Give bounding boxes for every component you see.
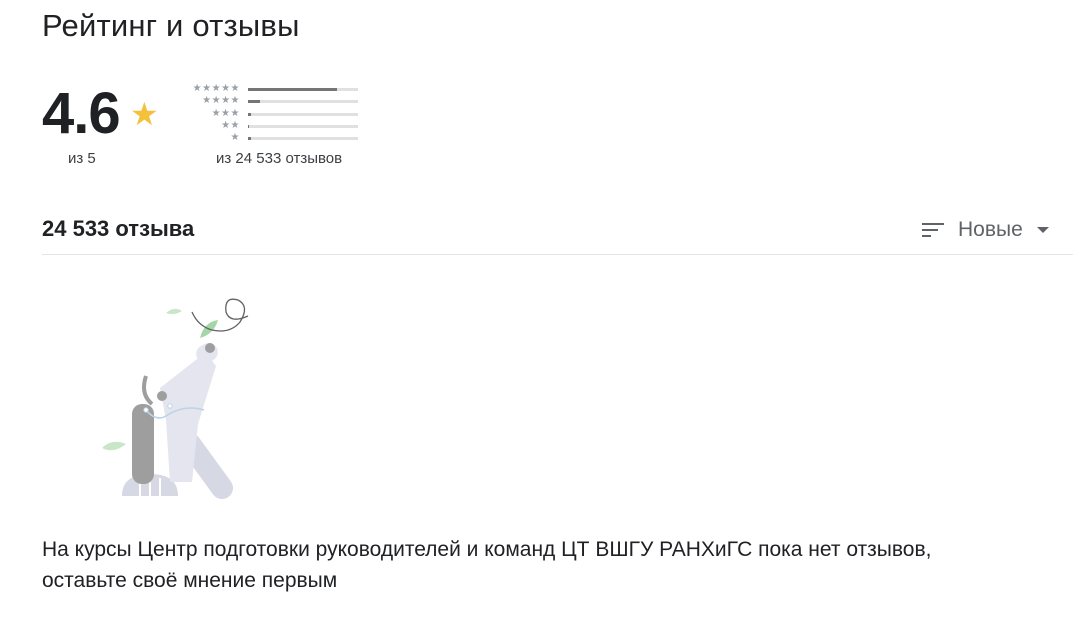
distribution-bar-track (248, 100, 358, 104)
distribution-bar-track (248, 88, 358, 91)
distribution-bar-fill (248, 124, 250, 128)
reviews-count: 24 533 отзыва (42, 216, 195, 241)
distribution-row: ★★★★ (180, 95, 360, 108)
rating-distribution: ★★★★★ ★★★★ ★★★ ★★ ★ (180, 83, 360, 145)
rating-summary: 4.6 ★ из 5 ★★★★★ ★★★★ ★★★ ★★ ★ из 24 533… (42, 82, 372, 172)
distribution-bar-track (248, 112, 358, 116)
distribution-bar-fill (248, 100, 261, 104)
divider (42, 254, 1073, 255)
sort-label: Новые (958, 218, 1023, 241)
average-rating: 4.6 (42, 81, 121, 146)
distribution-stars-label: ★★★ (211, 107, 240, 119)
section-title: Рейтинг и отзывы (42, 8, 300, 43)
sort-dropdown[interactable]: Новые (922, 216, 1049, 244)
distribution-row: ★★★ (180, 107, 360, 121)
distribution-bar-fill (248, 137, 252, 141)
sort-lines-icon (922, 222, 944, 238)
caret-down-icon (1036, 227, 1049, 233)
distribution-stars-label: ★ (230, 132, 240, 144)
distribution-stars-label: ★★ (221, 119, 240, 131)
distribution-stars-label: ★★★★★ (192, 83, 240, 94)
distribution-bar-track (248, 124, 358, 128)
robot-illustration (102, 298, 249, 499)
star-icon: ★ (130, 96, 159, 132)
distribution-row: ★★ (180, 119, 360, 133)
distribution-row: ★ (180, 132, 360, 145)
distribution-stars-label: ★★★★ (202, 95, 240, 107)
distribution-bar-fill (248, 112, 252, 116)
distribution-bar-fill (248, 88, 338, 91)
distribution-bar-track (248, 137, 358, 141)
total-reviews-caption: из 24 533 отзывов (216, 150, 343, 167)
empty-reviews-message: На курсы Центр подготовки руководителей … (42, 538, 932, 592)
rating-scale-label: из 5 (68, 150, 96, 167)
